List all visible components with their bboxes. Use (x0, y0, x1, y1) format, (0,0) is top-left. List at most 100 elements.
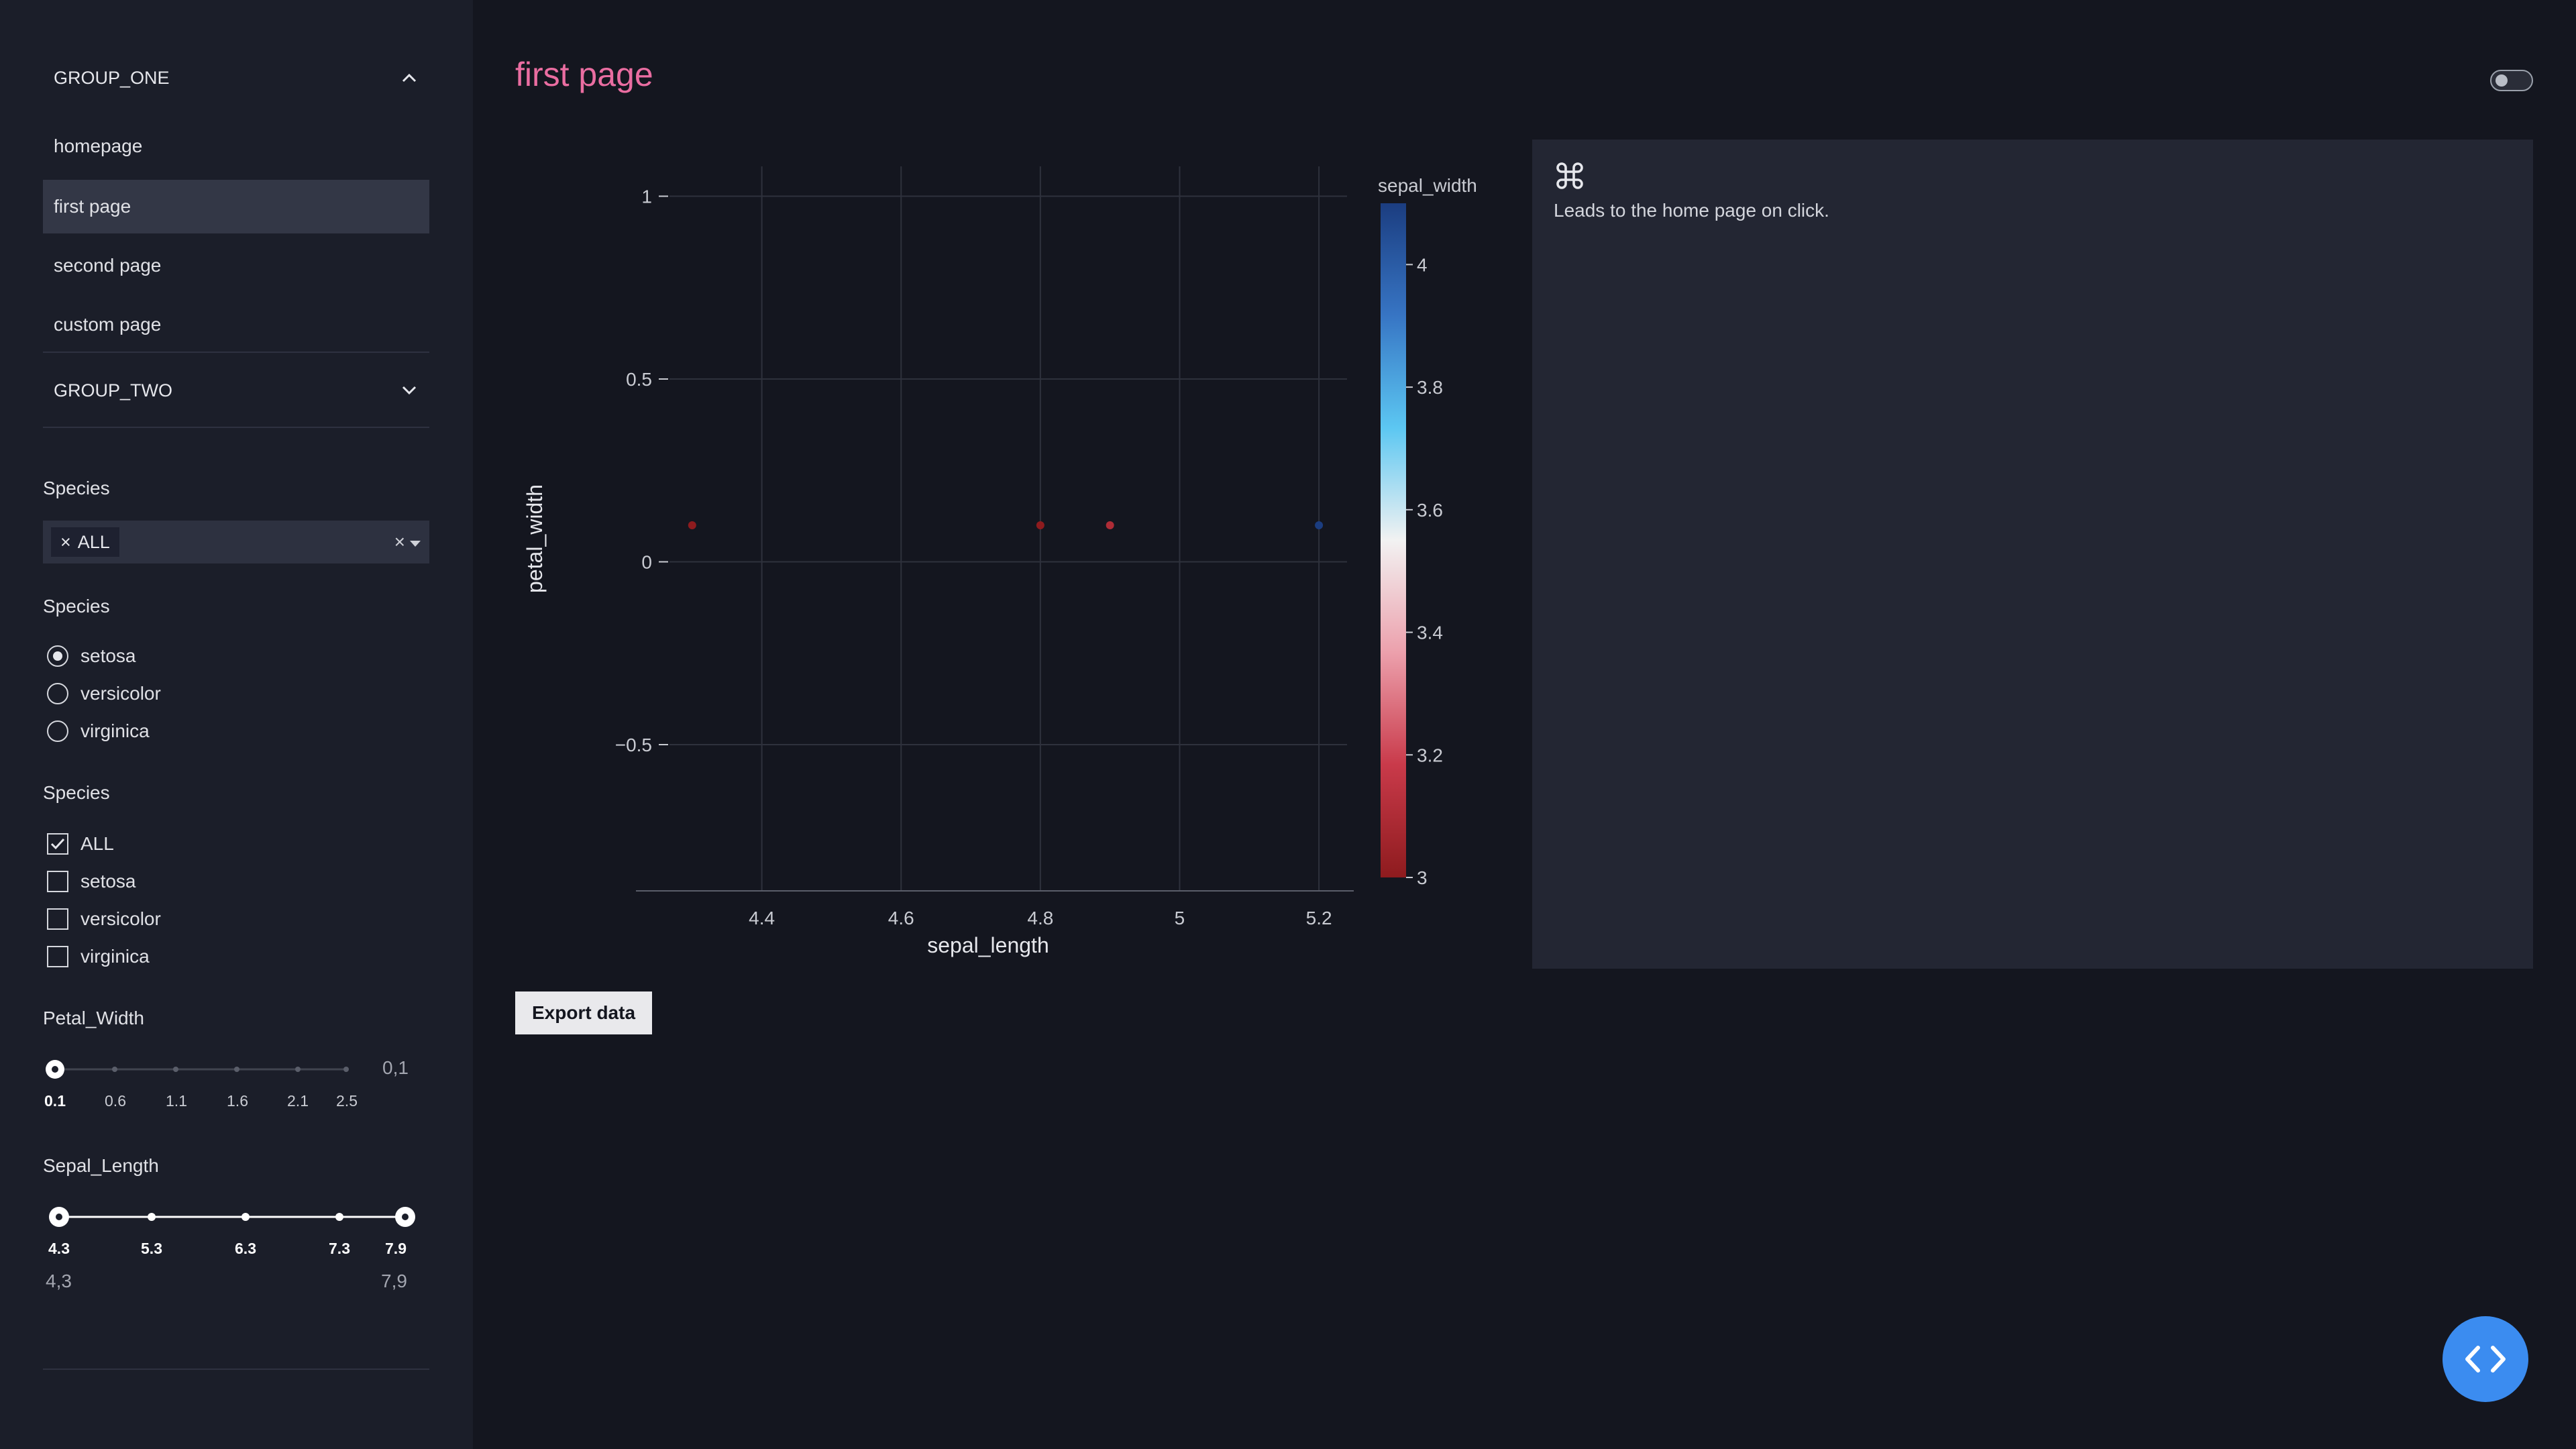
slider-mark: 2.5 (336, 1092, 358, 1110)
x-tick-label: 5 (1175, 908, 1185, 928)
nav-item-label: custom page (54, 314, 162, 335)
checkbox-label: virginica (80, 946, 150, 967)
dropdown-filter-label: Species (43, 478, 110, 498)
selected-chip: × ALL (51, 527, 119, 557)
scatter-chart[interactable]: 4.4 4.6 4.8 5 5.2 −0.5 0 0.5 1 sepal_length petal_… (515, 140, 1521, 971)
range-mark: 7.9 (385, 1240, 407, 1257)
slider-mark: 2.1 (287, 1092, 309, 1110)
chip-label: ALL (77, 531, 110, 552)
nav-item-label: second page (54, 255, 162, 276)
radio-button[interactable] (47, 683, 68, 704)
info-card[interactable]: Leads to the home page on click. (1532, 140, 2533, 969)
nav-divider (43, 427, 429, 428)
clear-icon[interactable]: × (394, 531, 405, 553)
radio-button[interactable] (47, 645, 68, 667)
group-one-label: GROUP_ONE (54, 67, 170, 88)
accordion-group-one[interactable]: GROUP_ONE (43, 47, 429, 109)
slider-value: 0,1 (382, 1057, 409, 1078)
checkbox[interactable] (47, 946, 68, 967)
slider-mark: 0.6 (105, 1092, 126, 1110)
card-description: Leads to the home page on click. (1554, 200, 1829, 221)
species-dropdown[interactable]: × ALL × (43, 521, 429, 564)
scatter-point (1036, 521, 1044, 529)
checkbox-label: ALL (80, 833, 114, 854)
nav-item-second-page[interactable]: second page (43, 239, 429, 292)
y-tick-label: 0.5 (626, 369, 652, 390)
checkbox-option-versicolor[interactable]: versicolor (47, 908, 161, 930)
slider-mark: 0.1 (44, 1092, 66, 1110)
nav-item-first-page[interactable]: first page (43, 180, 429, 233)
scatter-point (1315, 521, 1324, 529)
check-icon (50, 838, 65, 850)
radio-filter-label: Species (43, 596, 110, 616)
range-max-value: 7,9 (381, 1271, 407, 1291)
command-icon (1554, 160, 1586, 192)
x-tick-label: 4.4 (749, 908, 775, 928)
code-brackets-icon (2465, 1346, 2506, 1373)
range-min-value: 4,3 (46, 1271, 72, 1291)
y-tick-label: 0 (641, 552, 652, 573)
x-tick-label: 5.2 (1306, 908, 1332, 928)
accordion-divider (43, 352, 429, 353)
range-mark: 6.3 (235, 1240, 256, 1257)
radio-label: virginica (80, 720, 150, 741)
chip-remove-icon[interactable]: × (60, 532, 71, 553)
radio-label: versicolor (80, 683, 161, 704)
nav-item-homepage[interactable]: homepage (43, 119, 429, 173)
checkbox-label: setosa (80, 871, 136, 892)
colorbar-tick-label: 3.4 (1417, 623, 1443, 643)
checkbox-option-setosa[interactable]: setosa (47, 871, 136, 892)
colorbar-tick-label: 4 (1417, 254, 1428, 275)
colorbar-tick-label: 3.8 (1417, 377, 1443, 398)
colorbar-tick-label: 3.2 (1417, 745, 1443, 765)
nav-item-label: homepage (54, 136, 143, 156)
colorbar (1381, 203, 1406, 877)
colorbar-title: sepal_width (1378, 175, 1477, 196)
range-track[interactable] (43, 1201, 445, 1234)
caret-down-icon[interactable] (409, 531, 421, 553)
slider-mark: 1.6 (227, 1092, 248, 1110)
petal-width-slider[interactable]: 0.1 0.6 1.1 1.6 2.1 2.5 0,1 (43, 1053, 445, 1114)
checklist-filter-label: Species (43, 782, 110, 803)
range-mark: 7.3 (329, 1240, 350, 1257)
radio-label: setosa (80, 645, 136, 666)
sidebar: GROUP_ONE homepage first page second pag… (0, 0, 473, 1449)
x-tick-label: 4.8 (1027, 908, 1053, 928)
y-tick-label: 1 (641, 186, 652, 207)
radio-button[interactable] (47, 720, 68, 742)
range-mark: 4.3 (48, 1240, 70, 1257)
chevron-down-icon (400, 381, 419, 400)
sepal-length-label: Sepal_Length (43, 1155, 159, 1176)
sepal-length-range-slider[interactable]: 4.3 5.3 6.3 7.3 7.9 4,3 7,9 (43, 1201, 445, 1301)
checkbox[interactable] (47, 871, 68, 892)
group-two-label: GROUP_TWO (54, 380, 173, 400)
filter-divider (43, 1368, 429, 1370)
checkbox[interactable] (47, 833, 68, 855)
accordion-group-two[interactable]: GROUP_TWO (43, 360, 429, 421)
nav-item-label: first page (54, 196, 131, 217)
scatter-point (1106, 521, 1114, 529)
page-title: first page (515, 56, 653, 93)
checkbox-label: versicolor (80, 908, 161, 929)
nav-item-custom-page[interactable]: custom page (43, 298, 429, 352)
export-data-button[interactable]: Export data (515, 991, 652, 1034)
colorbar-tick-label: 3.6 (1417, 500, 1443, 521)
theme-toggle-switch[interactable] (2490, 70, 2533, 91)
x-axis-title: sepal_length (927, 933, 1049, 957)
radio-option-versicolor[interactable]: versicolor (47, 683, 161, 704)
code-button[interactable] (2443, 1316, 2528, 1402)
radio-option-setosa[interactable]: setosa (47, 645, 136, 667)
checkbox-option-all[interactable]: ALL (47, 833, 114, 855)
slider-mark: 1.1 (166, 1092, 187, 1110)
chevron-up-icon (400, 68, 419, 87)
checkbox[interactable] (47, 908, 68, 930)
app-root: GROUP_ONE homepage first page second pag… (0, 0, 2576, 1449)
scatter-point (688, 521, 696, 529)
colorbar-tick-label: 3 (1417, 867, 1428, 888)
radio-option-virginica[interactable]: virginica (47, 720, 150, 742)
range-mark: 5.3 (141, 1240, 162, 1257)
y-axis-title: petal_width (523, 484, 547, 593)
petal-width-label: Petal_Width (43, 1008, 144, 1028)
x-tick-label: 4.6 (888, 908, 914, 928)
checkbox-option-virginica[interactable]: virginica (47, 946, 150, 967)
